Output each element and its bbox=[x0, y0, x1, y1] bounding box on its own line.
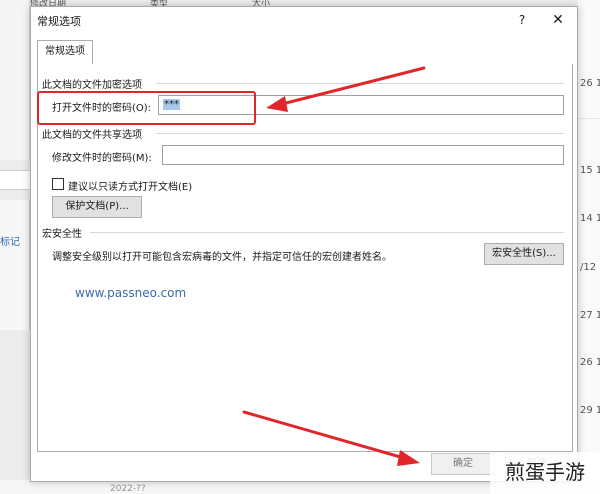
readonly-checkbox-label[interactable]: 建议以只读方式打开文档(E) bbox=[68, 178, 192, 193]
bg-divider bbox=[578, 118, 600, 119]
ok-button[interactable]: 确定 bbox=[431, 453, 495, 475]
section-divider bbox=[90, 232, 564, 233]
modify-password-field[interactable] bbox=[162, 145, 564, 165]
dialog-titlebar[interactable]: 常规选项 ? ✕ bbox=[31, 7, 577, 33]
general-options-dialog: 常规选项 ? ✕ 常规选项 此文档的文件加密选项 打开文件时的密码(O): **… bbox=[30, 6, 578, 482]
modify-password-label: 修改文件时的密码(M): bbox=[52, 153, 152, 164]
macro-section-label: 宏安全性 bbox=[42, 229, 82, 240]
close-button[interactable]: ✕ bbox=[545, 9, 571, 31]
section-divider bbox=[156, 83, 564, 84]
dialog-title: 常规选项 bbox=[37, 15, 81, 28]
bg-band bbox=[0, 170, 30, 190]
bg-panel bbox=[0, 0, 30, 160]
bg-right-tick: /12 1 bbox=[580, 262, 600, 273]
background-left-pane: 标记 bbox=[0, 0, 30, 494]
encryption-section-label: 此文档的文件加密选项 bbox=[42, 80, 142, 91]
bg-right-tick: 15 1 bbox=[580, 165, 600, 176]
macro-description: 调整安全级别以打开可能包含宏病毒的文件，并指定可信任的宏创建者姓名。 bbox=[52, 252, 392, 263]
watermark-url: www.passneo.com bbox=[75, 286, 187, 300]
bg-pane bbox=[0, 200, 30, 330]
bg-bottom-text: 2022-?? bbox=[110, 484, 146, 494]
bg-right-tick: 29 1 bbox=[580, 405, 600, 416]
tab-strip: 常规选项 bbox=[37, 40, 573, 65]
background-right-column: 26 1 15 1 14 1 /12 1 27 1 26 1 29 1 bbox=[578, 0, 600, 494]
tab-general-options[interactable]: 常规选项 bbox=[37, 40, 93, 65]
help-button[interactable]: ? bbox=[511, 9, 533, 31]
site-watermark-logo: 煎蛋手游 bbox=[490, 452, 600, 494]
protect-document-button[interactable]: 保护文档(P)... bbox=[52, 196, 142, 218]
readonly-checkbox[interactable] bbox=[52, 178, 64, 190]
password-highlight-box bbox=[37, 91, 256, 125]
bg-right-tick: 26 1 bbox=[580, 78, 600, 89]
macro-security-button[interactable]: 宏安全性(S)... bbox=[484, 243, 564, 265]
section-divider bbox=[156, 133, 564, 134]
bg-left-mark: 标记 bbox=[0, 237, 20, 248]
sharing-section-label: 此文档的文件共享选项 bbox=[42, 130, 142, 141]
bg-right-tick: 27 1 bbox=[580, 310, 600, 321]
bg-right-tick: 26 1 bbox=[580, 357, 600, 368]
bg-right-tick: 14 1 bbox=[580, 213, 600, 224]
